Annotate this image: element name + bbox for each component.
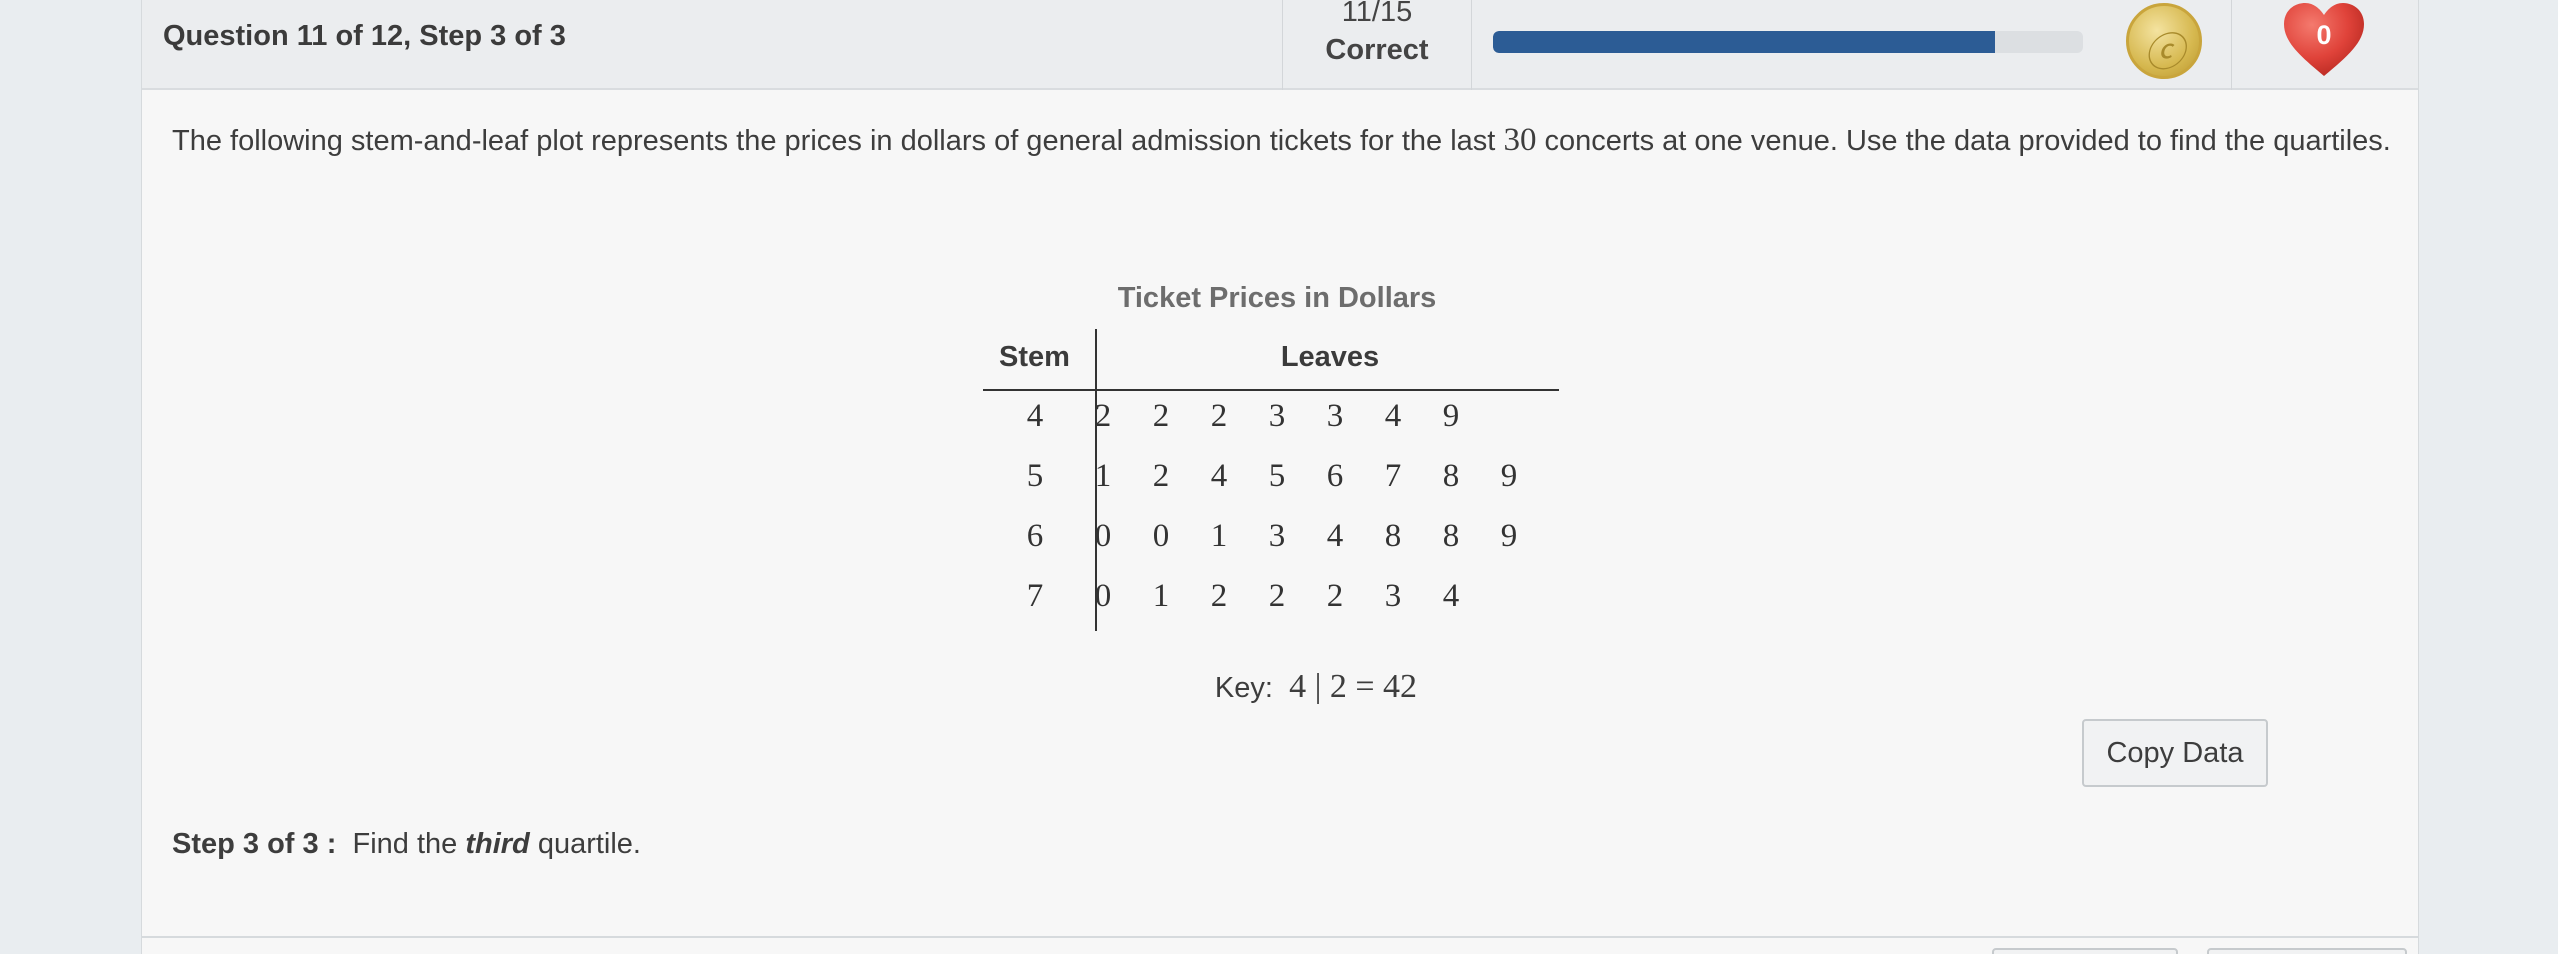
key-expression: 4 | 2 = 42 — [1289, 668, 1418, 705]
step-text-after: quartile. — [529, 828, 641, 860]
coin-icon[interactable]: ⓒ — [2126, 3, 2202, 79]
question-title: Question 11 of 12, Step 3 of 3 — [163, 20, 566, 52]
leaf-value: 9 — [1442, 398, 1460, 434]
question-header: Question 11 of 12, Step 3 of 3 11/15 Cor… — [142, 0, 2418, 90]
footer-button-left[interactable] — [1992, 948, 2178, 954]
leaf-value: 9 — [1500, 458, 1518, 494]
leaf-value: 2 — [1210, 398, 1228, 434]
stem-leaf-row: 6 0 0 1 3 4 8 8 9 — [983, 518, 1559, 578]
leaf-value: 3 — [1326, 398, 1344, 434]
stem-leaf-row: 4 2 2 2 3 3 4 9 — [983, 398, 1559, 458]
stem-value: 5 — [1026, 458, 1044, 494]
leaf-value: 2 — [1326, 578, 1344, 614]
leaf-value: 5 — [1268, 458, 1286, 494]
footer-button-right[interactable] — [2207, 948, 2407, 954]
leaf-value: 2 — [1152, 398, 1170, 434]
leaf-value: 2 — [1268, 578, 1286, 614]
stem-value: 4 — [1026, 398, 1044, 434]
leaf-value: 1 — [1210, 518, 1228, 554]
leaf-value: 2 — [1152, 458, 1170, 494]
step-instruction: Step 3 of 3 : Find the third quartile. — [172, 828, 641, 861]
leaf-value: 0 — [1094, 578, 1112, 614]
leaf-value: 7 — [1384, 458, 1402, 494]
hearts-count: 0 — [2316, 20, 2332, 50]
leaf-value: 4 — [1442, 578, 1460, 614]
leaf-value: 2 — [1210, 578, 1228, 614]
leaf-value: 8 — [1384, 518, 1402, 554]
score-label: Correct — [1325, 34, 1429, 66]
leaf-value: 0 — [1094, 518, 1112, 554]
key-label: Key: — [1214, 672, 1273, 704]
leaf-value: 2 — [1094, 398, 1112, 434]
stem-value: 7 — [1026, 578, 1044, 614]
question-text-after: concerts at one venue. Use the data prov… — [1536, 125, 2391, 157]
stem-leaf-row: 5 1 2 4 5 6 7 8 9 — [983, 458, 1559, 518]
leaf-value: 4 — [1326, 518, 1344, 554]
leaf-value: 3 — [1268, 398, 1286, 434]
leaf-value: 3 — [1384, 578, 1402, 614]
stem-leaf-title: Ticket Prices in Dollars — [1117, 282, 1437, 314]
score-box: 11/15 Correct — [1282, 0, 1472, 90]
question-panel: Question 11 of 12, Step 3 of 3 11/15 Cor… — [141, 0, 2419, 954]
leaf-value: 4 — [1210, 458, 1228, 494]
progress-fill — [1493, 31, 1995, 53]
leaf-value: 4 — [1384, 398, 1402, 434]
progress-bar — [1493, 31, 2083, 53]
stem-leaf-row: 7 0 1 2 2 2 3 4 — [983, 578, 1559, 638]
leaf-value: 3 — [1268, 518, 1286, 554]
copy-data-button[interactable]: Copy Data — [2082, 719, 2268, 787]
leaves-header: Leaves — [1280, 341, 1380, 373]
leaf-value: 1 — [1152, 578, 1170, 614]
question-number: 30 — [1503, 122, 1537, 158]
leaf-value: 0 — [1152, 518, 1170, 554]
header-divider — [2231, 0, 2232, 90]
step-label: Step 3 of 3 : — [172, 828, 337, 860]
score-fraction: 11/15 — [1341, 0, 1413, 28]
leaf-value: 6 — [1326, 458, 1344, 494]
stem-value: 6 — [1026, 518, 1044, 554]
step-emphasis: third — [465, 828, 530, 860]
bottom-divider — [142, 936, 2418, 938]
leaf-value: 1 — [1094, 458, 1112, 494]
stem-leaf-key: Key: 4 | 2 = 42 — [1166, 668, 1466, 706]
leaf-value: 8 — [1442, 458, 1460, 494]
step-text-before: Find the — [352, 828, 466, 860]
leaf-value: 8 — [1442, 518, 1460, 554]
header-underline — [983, 389, 1559, 391]
question-text-before: The following stem-and-leaf plot represe… — [172, 125, 1504, 157]
question-text: The following stem-and-leaf plot represe… — [172, 120, 2402, 161]
stem-header: Stem — [999, 341, 1070, 373]
leaf-value: 9 — [1500, 518, 1518, 554]
